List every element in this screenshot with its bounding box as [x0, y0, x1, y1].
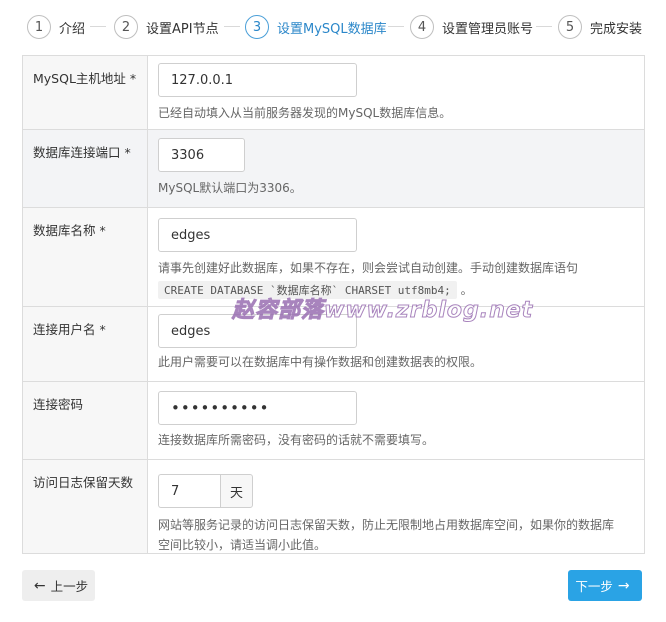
- step-connector: [90, 26, 106, 27]
- log-days-input[interactable]: 7: [158, 474, 220, 508]
- step-label: 设置管理员账号: [442, 21, 534, 37]
- host-input[interactable]: 127.0.0.1: [158, 63, 357, 97]
- arrow-left-icon: ←: [33, 577, 46, 594]
- next-step-button[interactable]: 下一步 →: [568, 570, 642, 601]
- prev-step-label: 上一步: [50, 579, 89, 594]
- step-progress-bar: 1 介绍 2 设置API节点 3 设置MySQL数据库 4 设置管理员账号 5 …: [0, 0, 666, 52]
- step-number: 2: [114, 15, 138, 39]
- host-row: MySQL主机地址 * 127.0.0.1 已经自动填入从当前服务器发现的MyS…: [23, 56, 644, 130]
- password-row: 连接密码 •••••••••• 连接数据库所需密码，没有密码的话就不需要填写。: [23, 382, 644, 460]
- password-help: 连接数据库所需密码，没有密码的话就不需要填写。: [158, 433, 435, 447]
- dbname-help: 请事先创建好此数据库，如果不存在，则会尝试自动创建。手动创建数据库语句: [158, 261, 579, 275]
- user-label: 连接用户名 *: [23, 307, 148, 381]
- step-label: 设置API节点: [146, 21, 219, 37]
- step-number: 1: [27, 15, 51, 39]
- days-unit-addon: 天: [220, 474, 253, 508]
- step-2-api-node[interactable]: 2 设置API节点: [114, 14, 219, 40]
- port-input[interactable]: 3306: [158, 138, 245, 172]
- step-number: 3: [245, 15, 269, 39]
- step-label: 完成安装: [590, 21, 643, 37]
- step-connector: [224, 26, 240, 27]
- step-4-admin[interactable]: 4 设置管理员账号: [410, 14, 533, 40]
- arrow-right-icon: →: [617, 577, 630, 594]
- host-label: MySQL主机地址 *: [23, 56, 148, 129]
- log-days-input-group: 7 天: [158, 474, 644, 508]
- step-number: 4: [410, 15, 434, 39]
- log-days-label: 访问日志保留天数: [23, 460, 148, 553]
- prev-step-button[interactable]: ← 上一步: [22, 570, 95, 601]
- log-days-help-line-2: 空间比较小，请适当调小此值。: [158, 538, 327, 552]
- step-connector: [536, 26, 552, 27]
- password-label: 连接密码: [23, 382, 148, 459]
- step-1-intro[interactable]: 1 介绍: [27, 14, 85, 40]
- step-3-mysql[interactable]: 3 设置MySQL数据库: [245, 14, 387, 40]
- step-label: 介绍: [59, 21, 86, 37]
- dbname-label: 数据库名称 *: [23, 208, 148, 306]
- step-connector: [388, 26, 404, 27]
- step-label: 设置MySQL数据库: [277, 21, 387, 37]
- log-days-help: 网站等服务记录的访问日志保留天数，防止无限制地占用数据库空间，如果你的数据库 空…: [158, 515, 644, 555]
- log-days-row: 访问日志保留天数 7 天 网站等服务记录的访问日志保留天数，防止无限制地占用数据…: [23, 460, 644, 554]
- dbname-input[interactable]: edges: [158, 218, 357, 252]
- log-days-help-line-1: 网站等服务记录的访问日志保留天数，防止无限制地占用数据库空间，如果你的数据库: [158, 518, 615, 532]
- step-number: 5: [558, 15, 582, 39]
- watermark: 赵容部落www.zrblog.net: [231, 298, 534, 324]
- port-label: 数据库连接端口 *: [23, 130, 148, 207]
- step-5-finish[interactable]: 5 完成安装: [558, 14, 642, 40]
- port-help: MySQL默认端口为3306。: [158, 181, 302, 195]
- host-help: 已经自动填入从当前服务器发现的MySQL数据库信息。: [158, 106, 452, 120]
- user-help: 此用户需要可以在数据库中有操作数据和创建数据表的权限。: [158, 355, 483, 369]
- port-row: 数据库连接端口 * 3306 MySQL默认端口为3306。: [23, 130, 644, 208]
- password-input[interactable]: ••••••••••: [158, 391, 357, 425]
- next-step-label: 下一步: [575, 579, 613, 594]
